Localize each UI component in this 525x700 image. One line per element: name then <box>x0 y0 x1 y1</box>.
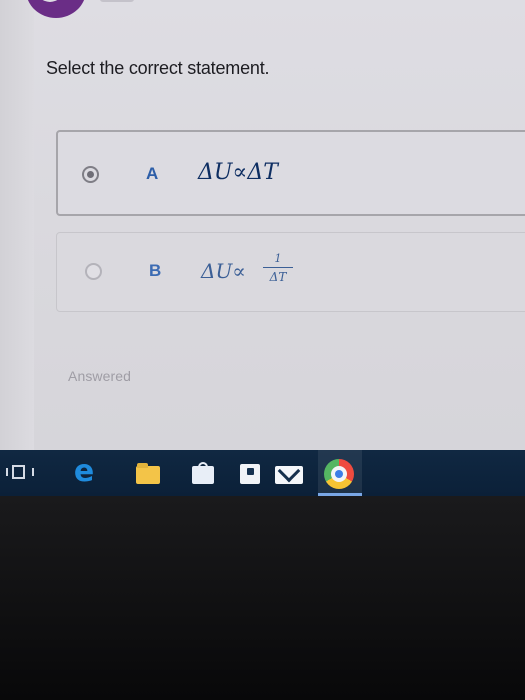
answered-status: Answered <box>68 368 132 384</box>
chrome-dot <box>335 470 343 478</box>
option-a-letter: A <box>146 164 159 183</box>
radio-unselected-icon[interactable] <box>85 263 102 280</box>
radio-selected-icon[interactable] <box>82 166 99 183</box>
chrome-icon[interactable] <box>323 458 357 489</box>
screen-area: Select the correct statement. A ΔU∝ΔT B … <box>0 0 525 450</box>
logo-text-fragment <box>100 0 134 2</box>
option-b-fraction: 1 ΔT <box>262 252 294 284</box>
app-logo <box>26 0 86 18</box>
fraction-bar <box>263 267 293 268</box>
edge-icon[interactable]: e <box>70 457 98 488</box>
option-a-expression: ΔU∝ΔT <box>198 160 278 185</box>
mail-icon[interactable] <box>275 458 303 488</box>
option-a[interactable]: A ΔU∝ΔT <box>56 130 525 216</box>
desk-bottom <box>0 496 525 700</box>
store-icon[interactable] <box>190 458 216 488</box>
option-b-fraction-denominator: ΔT <box>269 270 287 284</box>
option-b[interactable]: B ΔU∝ 1 ΔT <box>56 232 525 312</box>
left-gutter <box>0 0 34 450</box>
option-b-letter: B <box>149 261 162 280</box>
question-text: Select the correct statement. <box>46 58 270 78</box>
bag-icon[interactable] <box>237 458 263 488</box>
option-b-fraction-numerator: 1 <box>274 252 282 265</box>
task-view-icon[interactable] <box>5 458 35 488</box>
file-explorer-icon[interactable] <box>136 458 160 488</box>
taskbar: e <box>0 450 525 496</box>
option-b-expression-prefix: ΔU∝ <box>201 259 246 283</box>
